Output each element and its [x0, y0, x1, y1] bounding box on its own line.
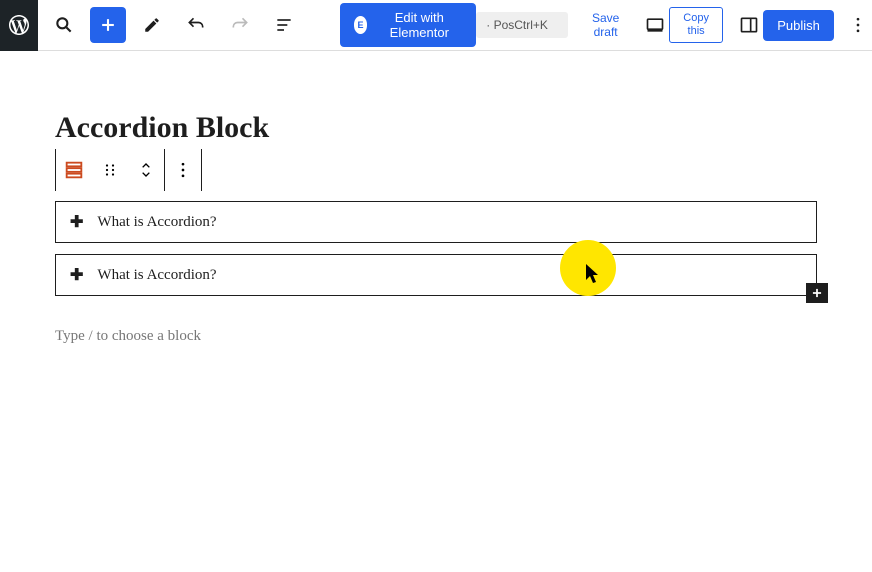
- document-overview-icon[interactable]: [266, 7, 302, 43]
- add-block-button[interactable]: [90, 7, 126, 43]
- copy-this-button[interactable]: Copy this: [669, 7, 723, 43]
- editor-canvas: Accordion Block ✚ What is Accordion? ✚ W…: [0, 51, 872, 345]
- edit-icon[interactable]: [134, 7, 170, 43]
- block-type-icon[interactable]: [56, 149, 92, 191]
- block-placeholder[interactable]: Type / to choose a block: [55, 328, 817, 345]
- options-menu-icon[interactable]: [844, 7, 872, 43]
- accordion-item[interactable]: ✚ What is Accordion?: [55, 254, 817, 296]
- toolbar-left-group: [38, 7, 310, 43]
- drag-handle-icon[interactable]: [92, 149, 128, 191]
- wordpress-logo[interactable]: [0, 0, 38, 51]
- editor-topbar: E Edit with Elementor Save draft Copy th…: [0, 0, 872, 51]
- move-up-down-icon[interactable]: [128, 149, 164, 191]
- accordion-item-label: What is Accordion?: [97, 214, 216, 231]
- page-title[interactable]: Accordion Block: [55, 111, 817, 145]
- search-icon[interactable]: [46, 7, 82, 43]
- redo-icon[interactable]: [222, 7, 258, 43]
- post-title-input[interactable]: [476, 12, 568, 38]
- undo-icon[interactable]: [178, 7, 214, 43]
- block-toolbar: [55, 149, 202, 191]
- view-device-icon[interactable]: [641, 7, 669, 43]
- expand-icon: ✚: [70, 265, 83, 285]
- block-options-icon[interactable]: [165, 149, 201, 191]
- expand-icon: ✚: [70, 212, 83, 232]
- accordion-item-label: What is Accordion?: [97, 267, 216, 284]
- elementor-icon: E: [354, 16, 368, 34]
- edit-with-elementor-button[interactable]: E Edit with Elementor: [340, 3, 477, 47]
- accordion-item[interactable]: ✚ What is Accordion?: [55, 201, 817, 243]
- settings-panel-icon[interactable]: [735, 7, 763, 43]
- add-inline-block-button[interactable]: [806, 283, 828, 303]
- elementor-label: Edit with Elementor: [376, 10, 462, 40]
- publish-button[interactable]: Publish: [763, 10, 834, 41]
- save-draft-button[interactable]: Save draft: [584, 11, 627, 39]
